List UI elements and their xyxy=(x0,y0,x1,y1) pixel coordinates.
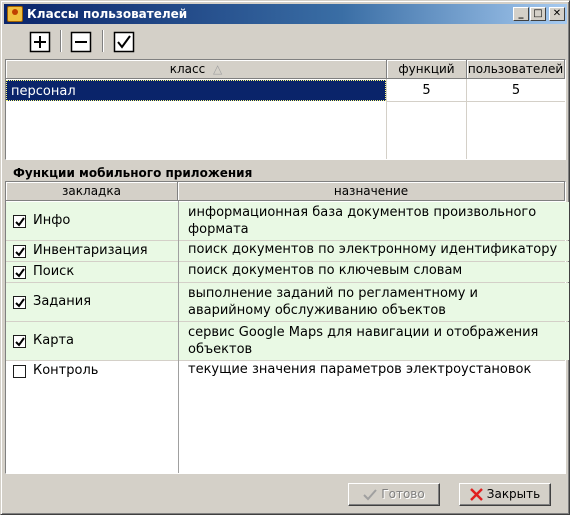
purpose-label: поиск документов по ключевым словам xyxy=(188,263,463,278)
enable-checkbox-inventory[interactable] xyxy=(13,245,26,258)
add-class-button[interactable] xyxy=(26,28,52,53)
checkmark-icon xyxy=(15,217,25,227)
users-count-cell: 5 xyxy=(511,83,521,98)
functions-table: закладка назначение Инфо информационная … xyxy=(5,181,569,474)
checkmark-icon xyxy=(15,298,25,308)
tab-name-label: Инвентаризация xyxy=(33,243,148,258)
enable-checkbox-control[interactable] xyxy=(13,365,26,378)
close-window-button[interactable]: ✕ xyxy=(549,7,565,21)
purpose-label: информационная база документов произволь… xyxy=(188,205,537,237)
enable-checkbox-map[interactable] xyxy=(13,335,26,348)
window-title: Классы пользователей xyxy=(27,7,188,21)
remove-class-button[interactable] xyxy=(67,28,93,53)
checkmark-icon xyxy=(15,268,25,278)
minus-icon xyxy=(70,31,92,53)
column-header-functions[interactable]: функций xyxy=(387,60,467,79)
purpose-label: выполнение заданий по регламентному и ав… xyxy=(188,286,478,318)
maximize-button[interactable]: □ xyxy=(530,7,546,21)
done-button[interactable]: Готово xyxy=(348,483,440,506)
minimize-button[interactable]: _ xyxy=(513,7,529,21)
tab-name-label: Поиск xyxy=(33,264,75,279)
function-row-tasks[interactable]: Задания выполнение заданий по регламентн… xyxy=(6,283,569,321)
purpose-label: сервис Google Maps для навигации и отобр… xyxy=(188,325,539,357)
app-icon xyxy=(7,6,23,22)
user-classes-window: Классы пользователей _ □ ✕ класс △ функц… xyxy=(0,0,570,515)
function-row-control[interactable]: Контроль текущие значения параметров эле… xyxy=(6,361,569,382)
function-row-search[interactable]: Поиск поиск документов по ключевым слова… xyxy=(6,262,569,282)
table-row[interactable]: персонал 5 5 xyxy=(6,80,569,101)
function-row-map[interactable]: Карта сервис Google Maps для навигации и… xyxy=(6,322,569,360)
toolbar-separator xyxy=(60,30,62,52)
tab-name-label: Контроль xyxy=(33,363,99,378)
function-row-info[interactable]: Инфо информационная база документов прои… xyxy=(6,202,569,240)
column-header-class-label: класс xyxy=(169,62,206,76)
row-divider xyxy=(386,101,565,102)
tab-name-label: Инфо xyxy=(33,213,71,228)
column-header-tab[interactable]: закладка xyxy=(6,182,178,201)
plus-icon xyxy=(29,31,51,53)
checkmark-icon xyxy=(15,337,25,347)
function-row-inventory[interactable]: Инвентаризация поиск документов по элект… xyxy=(6,241,569,261)
column-header-users[interactable]: пользователей xyxy=(467,60,565,79)
close-icon xyxy=(469,488,483,501)
classes-table: класс △ функций пользователей персонал 5… xyxy=(5,59,566,160)
enable-checkbox-tasks[interactable] xyxy=(13,296,26,309)
apply-button[interactable] xyxy=(110,28,136,53)
checkmark-icon xyxy=(15,247,25,257)
close-button[interactable]: Закрыть xyxy=(459,483,551,506)
tab-name-label: Задания xyxy=(33,294,92,309)
done-button-label: Готово xyxy=(381,487,425,501)
column-header-class[interactable]: класс △ xyxy=(6,60,387,79)
title-bar[interactable]: Классы пользователей _ □ ✕ xyxy=(4,4,567,24)
toolbar-separator xyxy=(102,30,104,52)
enable-checkbox-search[interactable] xyxy=(13,266,26,279)
check-icon xyxy=(113,31,135,53)
purpose-label: текущие значения параметров электроустан… xyxy=(188,362,532,377)
sort-ascending-icon: △ xyxy=(213,62,223,76)
close-button-label: Закрыть xyxy=(486,487,541,501)
functions-count-cell: 5 xyxy=(422,83,431,98)
class-name-cell[interactable]: персонал xyxy=(6,80,386,101)
column-header-purpose[interactable]: назначение xyxy=(178,182,565,201)
column-divider xyxy=(178,201,179,473)
purpose-label: поиск документов по электронному идентиф… xyxy=(188,242,558,257)
check-icon xyxy=(363,488,378,500)
enable-checkbox-info[interactable] xyxy=(13,215,26,228)
functions-section-title: Функции мобильного приложения xyxy=(13,166,253,180)
tab-name-label: Карта xyxy=(33,333,74,348)
